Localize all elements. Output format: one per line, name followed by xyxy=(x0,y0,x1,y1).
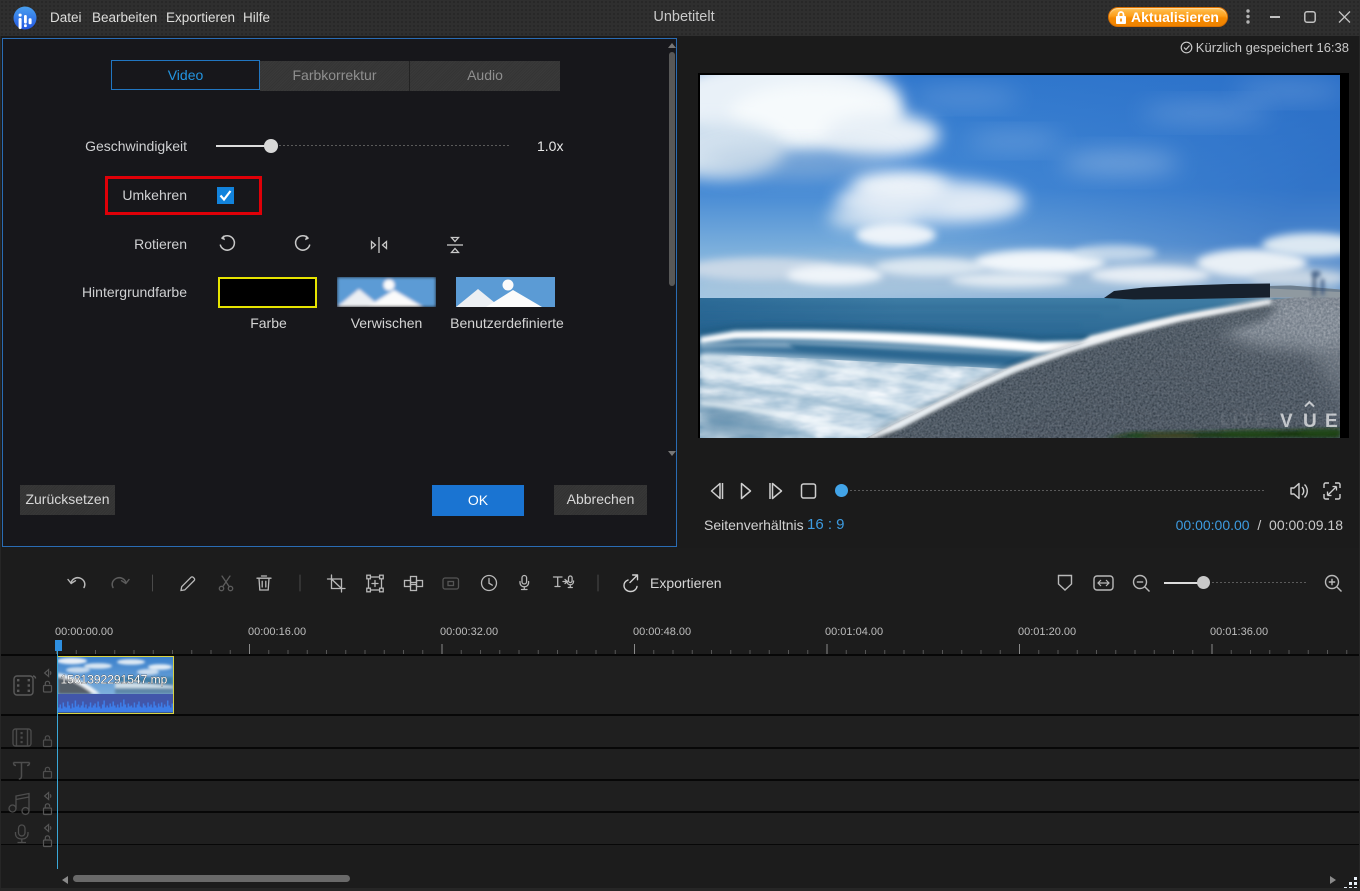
svg-text:L: L xyxy=(1220,410,1230,429)
svg-text:I: I xyxy=(1233,410,1238,429)
svg-text:V: V xyxy=(1280,411,1293,432)
svg-text:E: E xyxy=(1256,410,1267,429)
svg-text:1581392291547.mp: 1581392291547.mp xyxy=(61,673,168,687)
svg-text:T: T xyxy=(1242,410,1253,429)
svg-text:E: E xyxy=(1325,411,1338,432)
svg-text:U: U xyxy=(1303,411,1317,432)
